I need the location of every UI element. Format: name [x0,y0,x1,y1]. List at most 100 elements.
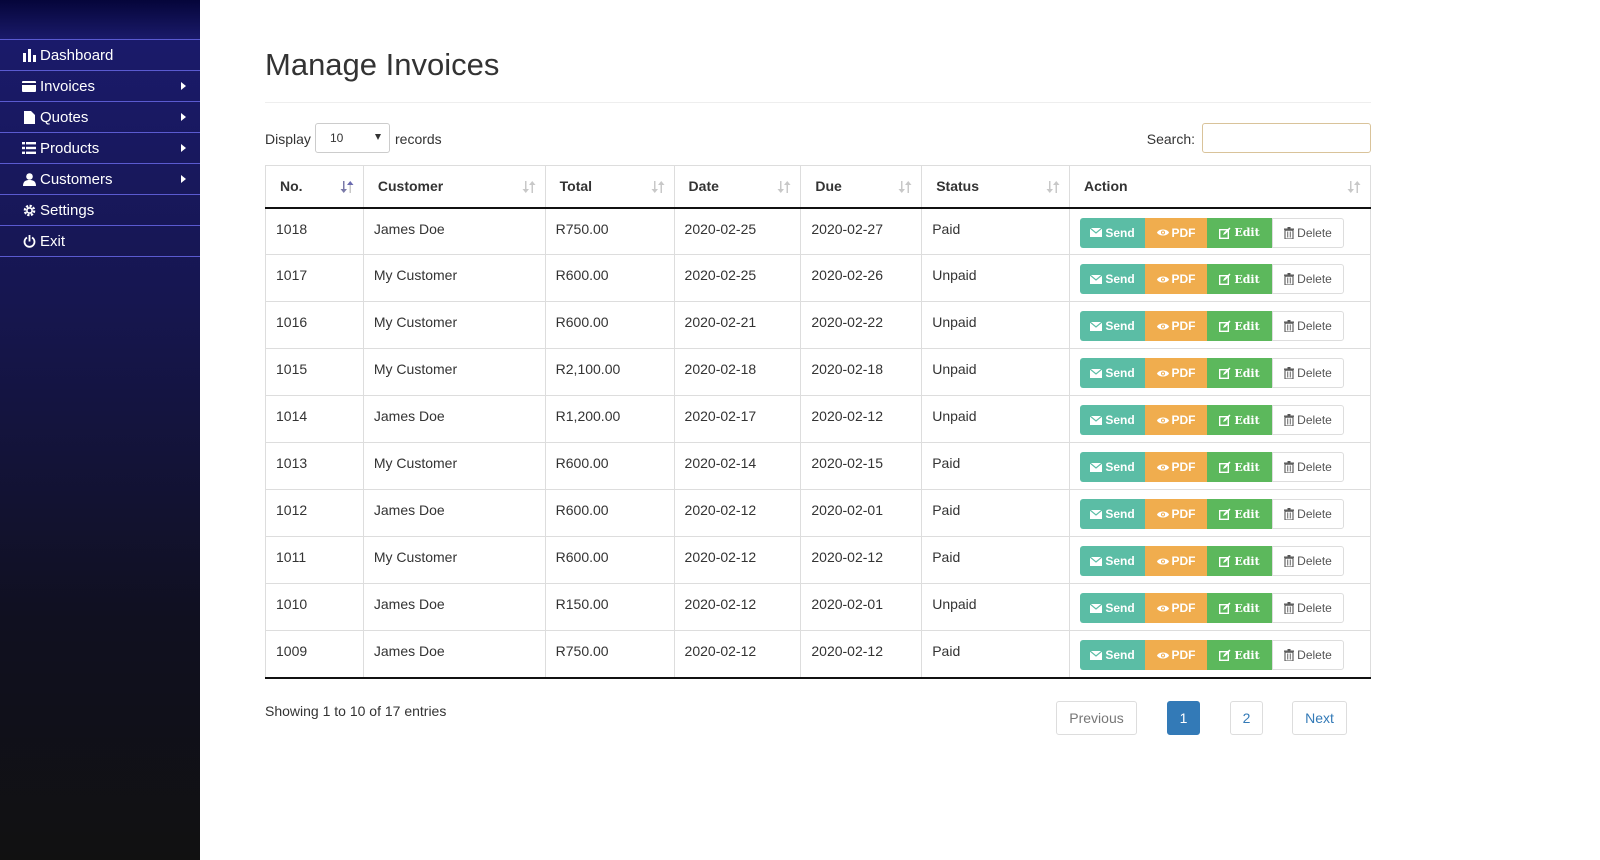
delete-button-label: Delete [1297,554,1332,568]
edit-button[interactable]: Edit [1207,546,1272,576]
edit-button[interactable]: Edit [1207,217,1272,248]
send-button-label: Send [1105,319,1135,333]
eye-icon [1156,463,1169,472]
search-input[interactable] [1202,123,1371,153]
bar-chart-icon [22,48,36,62]
send-button[interactable]: Send [1080,217,1145,248]
sidebar-item-exit[interactable]: Exit [0,226,200,257]
list-icon [22,141,36,155]
edit-button[interactable]: Edit [1207,311,1272,341]
pdf-button[interactable]: PDF [1145,499,1207,529]
sidebar-item-products[interactable]: Products [0,133,200,164]
edit-button[interactable]: Edit [1207,499,1272,529]
previous-page-button[interactable]: Previous [1056,701,1137,735]
edit-icon [1219,461,1231,473]
sort-icon [1045,180,1061,194]
delete-button[interactable]: Delete [1272,546,1344,576]
table-row: 1009 James Doe R750.00 2020-02-12 2020-02-12… [265,630,1371,679]
display-label: Display [265,131,311,147]
page-length-select[interactable]: 10 [315,123,390,153]
send-button[interactable]: Send [1080,452,1145,482]
table-row: 1014 James Doe R1,200.00 2020-02-17 2020-02-… [265,395,1371,443]
delete-button[interactable]: Delete [1272,452,1344,482]
pdf-button[interactable]: PDF [1145,546,1207,576]
column-header-due[interactable]: Due [800,165,923,209]
sidebar-item-customers[interactable]: Customers [0,164,200,195]
page-1-button[interactable]: 1 [1167,701,1200,735]
pdf-button[interactable]: PDF [1145,593,1207,623]
envelope-icon [1090,274,1103,284]
eye-icon [1156,228,1169,237]
send-button[interactable]: Send [1080,499,1145,529]
delete-button[interactable]: Delete [1272,217,1344,248]
column-header-action[interactable]: Action [1069,165,1371,209]
cell-customer: James Doe [362,395,546,443]
cell-total: R600.00 [544,301,675,349]
edit-button[interactable]: Edit [1207,405,1272,435]
cell-status: Paid [921,442,1070,490]
column-header-label: Action [1084,178,1128,195]
column-header-status[interactable]: Status [921,165,1070,209]
delete-button[interactable]: Delete [1272,358,1344,388]
power-icon [22,234,36,248]
edit-button[interactable]: Edit [1207,358,1272,388]
action-buttons: Send PDF Edit Delete [1080,264,1360,294]
sidebar-item-dashboard[interactable]: Dashboard [0,40,200,71]
send-button[interactable]: Send [1080,311,1145,341]
pdf-button[interactable]: PDF [1145,452,1207,482]
delete-button[interactable]: Delete [1272,264,1344,294]
delete-button[interactable]: Delete [1272,593,1344,623]
send-button-label: Send [1105,413,1135,427]
sidebar-item-quotes[interactable]: Quotes [0,102,200,133]
delete-button[interactable]: Delete [1272,405,1344,435]
send-button[interactable]: Send [1080,405,1145,435]
send-button[interactable]: Send [1080,358,1145,388]
envelope-icon [1090,462,1103,472]
delete-button-label: Delete [1297,272,1332,286]
edit-button[interactable]: Edit [1207,640,1272,670]
pdf-button[interactable]: PDF [1145,358,1207,388]
edit-button[interactable]: Edit [1207,264,1272,294]
column-header-customer[interactable]: Customer [362,165,546,209]
cell-customer: James Doe [362,207,546,255]
cell-total: R750.00 [544,207,675,255]
next-page-button[interactable]: Next [1292,701,1347,735]
page-2-button[interactable]: 2 [1230,701,1263,735]
send-button[interactable]: Send [1080,546,1145,576]
pdf-button[interactable]: PDF [1145,217,1207,248]
sidebar-item-settings[interactable]: Settings [0,195,200,226]
pdf-button[interactable]: PDF [1145,311,1207,341]
cell-status: Unpaid [921,583,1070,631]
column-header-total[interactable]: Total [544,165,675,209]
column-header-no[interactable]: No. [265,165,364,209]
edit-icon [1219,227,1231,239]
cell-status: Paid [921,536,1070,584]
cell-action: Send PDF Edit Delete [1069,395,1371,443]
edit-button[interactable]: Edit [1207,452,1272,482]
delete-button[interactable]: Delete [1272,311,1344,341]
trash-icon [1284,649,1295,661]
table-row: 1018 James Doe R750.00 2020-02-25 2020-02-27… [265,207,1371,255]
cell-status: Paid [921,489,1070,537]
pdf-button-label: PDF [1171,272,1196,286]
table-row: 1017 My Customer R600.00 2020-02-25 2020-02-… [265,254,1371,302]
send-button[interactable]: Send [1080,640,1145,670]
delete-button[interactable]: Delete [1272,499,1344,529]
cell-customer: My Customer [362,348,546,396]
column-header-date[interactable]: Date [673,165,802,209]
send-button[interactable]: Send [1080,264,1145,294]
delete-button-label: Delete [1297,225,1332,240]
cell-action: Send PDF Edit Delete [1069,630,1371,679]
delete-button[interactable]: Delete [1272,640,1344,670]
send-button[interactable]: Send [1080,593,1145,623]
edit-button-label: Edit [1234,272,1260,286]
sidebar-item-invoices[interactable]: Invoices [0,71,200,102]
eye-icon [1156,369,1169,378]
envelope-icon [1090,603,1103,613]
edit-button[interactable]: Edit [1207,593,1272,623]
pdf-button[interactable]: PDF [1145,640,1207,670]
cell-customer: My Customer [362,442,546,490]
pdf-button[interactable]: PDF [1145,405,1207,435]
pdf-button[interactable]: PDF [1145,264,1207,294]
envelope-icon [1090,368,1103,378]
